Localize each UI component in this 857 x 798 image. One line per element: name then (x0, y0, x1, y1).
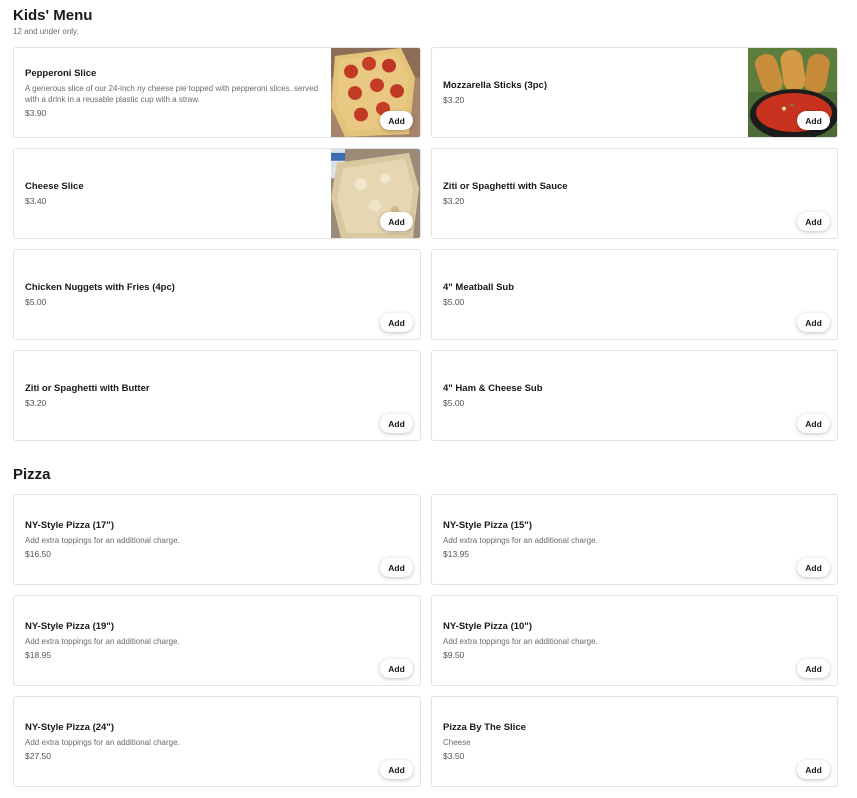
add-button[interactable]: Add (380, 659, 413, 678)
item-price: $5.00 (25, 297, 47, 307)
item-description: Add extra toppings for an additional cha… (25, 536, 180, 545)
item-name: NY-Style Pizza (24") (25, 722, 114, 733)
menu-item-card[interactable]: Ziti or Spaghetti with Sauce $3.20 Add (431, 148, 838, 239)
menu-item-card[interactable]: NY-Style Pizza (10") Add extra toppings … (431, 595, 838, 686)
menu-item-card[interactable]: NY-Style Pizza (24") Add extra toppings … (13, 696, 421, 787)
add-button[interactable]: Add (797, 212, 830, 231)
add-button[interactable]: Add (380, 313, 413, 332)
item-price: $3.90 (25, 107, 47, 118)
item-price: $5.00 (443, 398, 465, 408)
menu-item-card[interactable]: Cheese Slice $3.40 Add (13, 148, 421, 239)
add-button[interactable]: Add (797, 760, 830, 779)
item-description: Add extra toppings for an additional cha… (25, 637, 180, 646)
item-name: NY-Style Pizza (15") (443, 520, 532, 531)
item-name: Ziti or Spaghetti with Butter (25, 383, 150, 394)
item-name: NY-Style Pizza (10") (443, 621, 532, 632)
kids-menu-title: Kids' Menu (13, 7, 93, 24)
menu-item-card[interactable]: NY-Style Pizza (15") Add extra toppings … (431, 494, 838, 585)
item-price: $27.50 (25, 751, 51, 761)
item-price: $5.00 (443, 297, 465, 307)
item-name: Ziti or Spaghetti with Sauce (443, 181, 568, 192)
item-name: Mozzarella Sticks (3pc) (443, 80, 548, 91)
item-name: NY-Style Pizza (17") (25, 520, 114, 531)
menu-item-card[interactable]: 4" Meatball Sub $5.00 Add (431, 249, 838, 340)
item-price: $3.20 (25, 398, 47, 408)
add-button[interactable]: Add (797, 111, 830, 130)
item-name: NY-Style Pizza (19") (25, 621, 114, 632)
pizza-title: Pizza (13, 466, 51, 483)
kids-menu-grid: Pepperoni Slice A generous slice of our … (13, 47, 838, 441)
kids-menu-subtitle: 12 and under only. (13, 27, 79, 36)
add-button[interactable]: Add (797, 313, 830, 332)
item-name: 4" Ham & Cheese Sub (443, 383, 543, 394)
menu-item-card[interactable]: Mozzarella Sticks (3pc) $3.20 Add (431, 47, 838, 138)
add-button[interactable]: Add (380, 212, 413, 231)
menu-item-card[interactable]: Ziti or Spaghetti with Butter $3.20 Add (13, 350, 421, 441)
item-price: $16.50 (25, 549, 51, 559)
item-description: A generous slice of our 24-inch ny chees… (25, 83, 319, 104)
item-name: Chicken Nuggets with Fries (4pc) (25, 282, 175, 293)
item-name: Pizza By The Slice (443, 722, 526, 733)
item-price: $9.50 (443, 650, 465, 660)
add-button[interactable]: Add (380, 111, 413, 130)
menu-item-card[interactable]: NY-Style Pizza (17") Add extra toppings … (13, 494, 421, 585)
item-name: 4" Meatball Sub (443, 282, 515, 293)
item-price: $3.40 (25, 196, 47, 206)
item-price: $18.95 (25, 650, 51, 660)
add-button[interactable]: Add (380, 760, 413, 779)
add-button[interactable]: Add (797, 659, 830, 678)
item-price: $13.95 (443, 549, 469, 559)
item-price: $3.20 (443, 196, 465, 206)
item-price: $3.20 (443, 95, 465, 105)
menu-item-card[interactable]: Pepperoni Slice A generous slice of our … (13, 47, 421, 138)
menu-item-card[interactable]: NY-Style Pizza (19") Add extra toppings … (13, 595, 421, 686)
item-description: Cheese (443, 738, 471, 747)
menu-item-card[interactable]: Chicken Nuggets with Fries (4pc) $5.00 A… (13, 249, 421, 340)
add-button[interactable]: Add (380, 414, 413, 433)
add-button[interactable]: Add (797, 558, 830, 577)
item-description: Add extra toppings for an additional cha… (443, 536, 598, 545)
item-description: Add extra toppings for an additional cha… (25, 738, 180, 747)
item-description: Add extra toppings for an additional cha… (443, 637, 598, 646)
add-button[interactable]: Add (380, 558, 413, 577)
pizza-grid: NY-Style Pizza (17") Add extra toppings … (13, 494, 838, 787)
item-name: Pepperoni Slice (25, 67, 97, 79)
add-button[interactable]: Add (797, 414, 830, 433)
item-price: $3.50 (443, 751, 465, 761)
menu-item-card[interactable]: Pizza By The Slice Cheese $3.50 Add (431, 696, 838, 787)
item-name: Cheese Slice (25, 181, 84, 192)
menu-item-card[interactable]: 4" Ham & Cheese Sub $5.00 Add (431, 350, 838, 441)
